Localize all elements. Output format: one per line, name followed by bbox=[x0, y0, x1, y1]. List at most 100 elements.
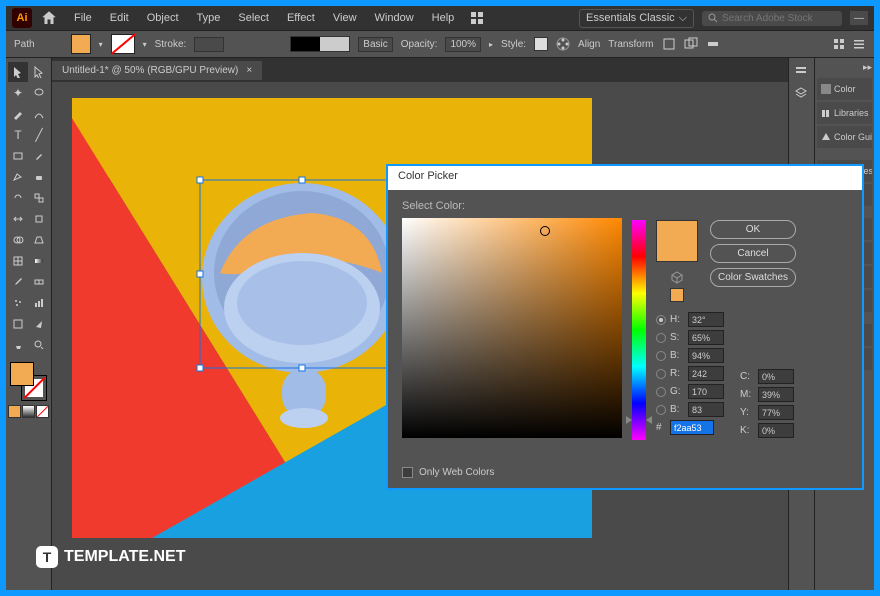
menu-file[interactable]: File bbox=[66, 9, 100, 27]
lasso-tool[interactable] bbox=[29, 83, 49, 103]
brush-basic[interactable]: Basic bbox=[358, 37, 392, 52]
gradient-tool[interactable] bbox=[29, 251, 49, 271]
mesh-tool[interactable] bbox=[8, 251, 28, 271]
menu-effect[interactable]: Effect bbox=[279, 9, 323, 27]
shaper-tool[interactable] bbox=[8, 167, 28, 187]
pen-tool[interactable] bbox=[8, 104, 28, 124]
panel-libraries[interactable]: Libraries bbox=[817, 102, 872, 124]
isolate-icon[interactable] bbox=[662, 37, 676, 51]
chevron-down-icon[interactable]: ▾ bbox=[143, 40, 147, 49]
c-input[interactable] bbox=[758, 369, 794, 384]
fill-stroke-widget[interactable] bbox=[8, 362, 48, 400]
stroke-profile-widget[interactable] bbox=[290, 36, 350, 52]
none-mode[interactable] bbox=[36, 405, 49, 418]
y-input[interactable] bbox=[758, 405, 794, 420]
stroke-weight-input[interactable] bbox=[194, 37, 224, 52]
selection-tool[interactable] bbox=[8, 62, 28, 82]
close-icon[interactable]: × bbox=[246, 65, 252, 76]
panel-color-guide[interactable]: Color Guide bbox=[817, 126, 872, 148]
stroke-swatch[interactable] bbox=[111, 34, 135, 54]
artboard-tool[interactable] bbox=[8, 314, 28, 334]
b-radio[interactable] bbox=[656, 405, 666, 415]
panel-color[interactable]: Color bbox=[817, 78, 872, 100]
menu-help[interactable]: Help bbox=[424, 9, 463, 27]
hue-radio[interactable] bbox=[656, 315, 666, 325]
free-transform-tool[interactable] bbox=[29, 209, 49, 229]
menu-icon[interactable] bbox=[852, 37, 866, 51]
hue-handle-right[interactable] bbox=[646, 416, 652, 424]
web-colors-checkbox[interactable] bbox=[402, 467, 413, 478]
menu-type[interactable]: Type bbox=[189, 9, 229, 27]
menu-select[interactable]: Select bbox=[230, 9, 277, 27]
zoom-tool[interactable] bbox=[29, 335, 49, 355]
direct-selection-tool[interactable] bbox=[29, 62, 49, 82]
properties-panel-icon[interactable] bbox=[791, 62, 811, 80]
hue-slider[interactable] bbox=[632, 220, 646, 440]
bri-input[interactable] bbox=[688, 348, 724, 363]
home-icon[interactable] bbox=[40, 9, 58, 27]
transform-label[interactable]: Transform bbox=[608, 39, 653, 50]
symbol-sprayer-tool[interactable] bbox=[8, 293, 28, 313]
sat-radio[interactable] bbox=[656, 333, 666, 343]
cancel-button[interactable]: Cancel bbox=[710, 244, 796, 263]
recolor-icon[interactable] bbox=[556, 37, 570, 51]
options-icon[interactable] bbox=[832, 37, 846, 51]
hex-input[interactable] bbox=[670, 420, 714, 435]
rotate-tool[interactable] bbox=[8, 188, 28, 208]
r-radio[interactable] bbox=[656, 369, 666, 379]
saturation-value-field[interactable] bbox=[402, 218, 622, 438]
cube-icon[interactable] bbox=[670, 270, 684, 284]
sv-cursor[interactable] bbox=[540, 226, 550, 236]
layers-panel-icon[interactable] bbox=[791, 84, 811, 102]
b-input[interactable] bbox=[688, 402, 724, 417]
sat-input[interactable] bbox=[688, 330, 724, 345]
ok-button[interactable]: OK bbox=[710, 220, 796, 239]
line-tool[interactable]: ╱ bbox=[29, 125, 49, 145]
column-graph-tool[interactable] bbox=[29, 293, 49, 313]
fill-swatch[interactable] bbox=[71, 34, 91, 54]
blend-tool[interactable] bbox=[29, 272, 49, 292]
curvature-tool[interactable] bbox=[29, 104, 49, 124]
gradient-mode[interactable] bbox=[22, 405, 35, 418]
minimize-button[interactable]: — bbox=[850, 11, 868, 25]
type-tool[interactable]: T bbox=[8, 125, 28, 145]
perspective-tool[interactable] bbox=[29, 230, 49, 250]
chevron-down-icon[interactable]: ▾ bbox=[99, 40, 103, 49]
opacity-value[interactable]: 100% bbox=[445, 37, 481, 52]
slice-tool[interactable] bbox=[29, 314, 49, 334]
rectangle-tool[interactable] bbox=[8, 146, 28, 166]
k-input[interactable] bbox=[758, 423, 794, 438]
search-input[interactable] bbox=[722, 13, 822, 24]
align-label[interactable]: Align bbox=[578, 39, 600, 50]
eraser-tool[interactable] bbox=[29, 167, 49, 187]
menu-view[interactable]: View bbox=[325, 9, 365, 27]
solid-color-mode[interactable] bbox=[8, 405, 21, 418]
menu-object[interactable]: Object bbox=[139, 9, 187, 27]
hue-handle-left[interactable] bbox=[626, 416, 632, 424]
document-tab[interactable]: Untitled-1* @ 50% (RGB/GPU Preview) × bbox=[52, 61, 262, 80]
color-swatches-button[interactable]: Color Swatches bbox=[710, 268, 796, 287]
workspace-selector[interactable]: Essentials Classic ⌵ bbox=[579, 9, 694, 28]
g-radio[interactable] bbox=[656, 387, 666, 397]
search-box[interactable] bbox=[702, 11, 842, 26]
hue-input[interactable] bbox=[688, 312, 724, 327]
r-input[interactable] bbox=[688, 366, 724, 381]
fill-color-box[interactable] bbox=[10, 362, 34, 386]
paintbrush-tool[interactable] bbox=[29, 146, 49, 166]
style-swatch[interactable] bbox=[534, 37, 548, 51]
g-input[interactable] bbox=[688, 384, 724, 399]
clip-icon[interactable] bbox=[684, 37, 698, 51]
shape-builder-tool[interactable] bbox=[8, 230, 28, 250]
menu-edit[interactable]: Edit bbox=[102, 9, 137, 27]
align-to-icon[interactable] bbox=[706, 37, 720, 51]
hand-tool[interactable] bbox=[8, 335, 28, 355]
chevron-right-icon[interactable]: ▸ bbox=[489, 40, 493, 49]
menu-window[interactable]: Window bbox=[367, 9, 422, 27]
panel-collapse-icon[interactable]: ▸▸ bbox=[863, 62, 872, 76]
scale-tool[interactable] bbox=[29, 188, 49, 208]
magic-wand-tool[interactable]: ✦ bbox=[8, 83, 28, 103]
width-tool[interactable] bbox=[8, 209, 28, 229]
bri-radio[interactable] bbox=[656, 351, 666, 361]
arrange-icon[interactable] bbox=[470, 10, 486, 26]
m-input[interactable] bbox=[758, 387, 794, 402]
